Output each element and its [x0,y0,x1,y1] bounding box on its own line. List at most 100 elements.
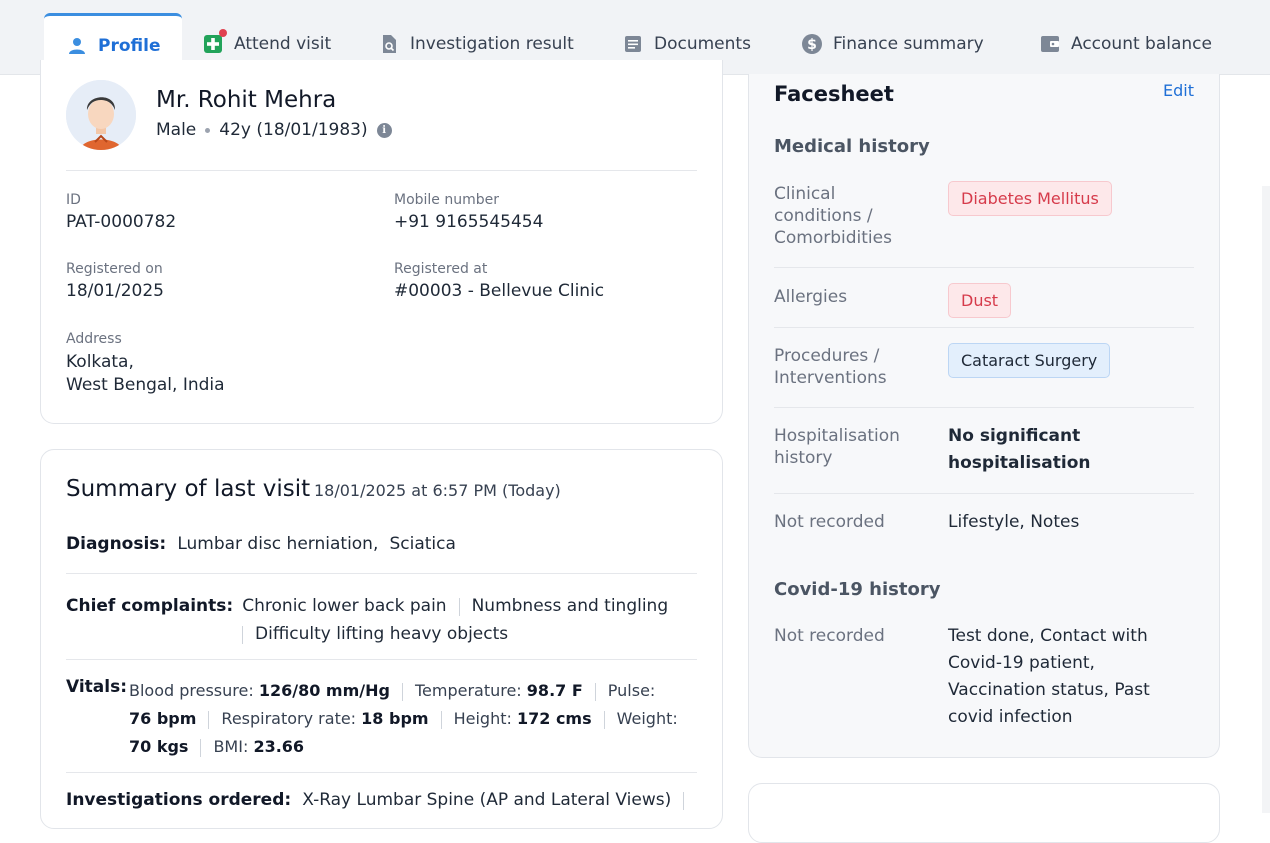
separator [594,682,596,701]
complaints-wrap: Difficulty lifting heavy objects [66,620,697,648]
registered-on-value: 18/01/2025 [66,281,164,301]
not-recorded-label: Not recorded [774,512,885,532]
tab-label: Finance summary [833,33,984,54]
diagnosis-label: Diagnosis: [66,534,167,554]
summary-date: 18/01/2025 at 6:57 PM (Today) [314,481,561,500]
vital-value: 126/80 mm/Hg [258,681,390,700]
mobile-label: Mobile number [394,192,500,208]
document-icon [622,33,644,55]
covid-history-title: Covid-19 history [774,579,941,600]
investigation-item: X-Ray Lumbar Spine (AP and Lateral Views… [302,790,672,810]
registered-on-label: Registered on [66,261,163,277]
investigations-label: Investigations ordered: [66,790,292,810]
medical-plus-icon [202,28,227,55]
id-value: PAT-0000782 [66,212,177,232]
procedures-value: Cataract Surgery [948,343,1111,378]
allergies-value: Dust [948,283,1012,318]
summary-title: Summary of last visit [66,476,311,502]
diagnosis-row: Diagnosis: Lumbar disc herniation, Sciat… [66,534,456,554]
covid-not-recorded-value: Test done, Contact with Covid-19 patient… [948,626,1150,727]
divider [774,327,1194,328]
vital-value: 76 bpm [129,709,197,728]
vital-key: Blood pressure: [129,681,254,700]
vitals-label: Vitals: [66,677,128,697]
vital-value: 23.66 [253,737,305,756]
person-icon [66,35,88,57]
diagnosis-item: Lumbar disc herniation, [177,534,379,554]
divider [66,659,697,660]
search-document-icon [378,33,400,55]
profile-card: Mr. Rohit Mehra Male 42y (18/01/1983) i … [40,60,723,424]
mobile-value: +91 9165545454 [394,212,544,232]
registered-at-label: Registered at [394,261,488,277]
separator [208,710,210,729]
id-field: ID PAT-0000782 [66,192,176,232]
vital-key: Respiratory rate: [221,709,357,728]
vital-key: Height: [453,709,512,728]
avatar [66,80,136,150]
procedure-chip: Cataract Surgery [948,343,1111,378]
vital-value: 172 cms [516,709,592,728]
tab-label: Account balance [1071,33,1212,54]
separator [440,710,442,729]
vital-key: BMI: [213,737,249,756]
divider [66,772,697,773]
patient-name: Mr. Rohit Mehra [156,87,337,113]
address-label: Address [66,331,122,347]
info-icon[interactable]: i [376,122,392,138]
allergy-chip: Dust [948,283,1012,318]
edit-link[interactable]: Edit [1163,81,1194,100]
divider [774,407,1194,408]
vital-key: Temperature: [414,681,522,700]
not-recorded-value: Lifestyle, Notes [948,512,1080,532]
allergies-label: Allergies [774,287,848,307]
divider [774,267,1194,268]
separator [200,738,202,757]
patient-age: 42y (18/01/1983) [219,120,368,140]
registered-on-field: Registered on 18/01/2025 [66,261,164,301]
address-line-2: West Bengal, India [66,375,225,395]
tab-label: Attend visit [234,33,332,54]
separator [458,597,460,616]
id-label: ID [66,192,81,208]
divider [66,170,697,171]
last-visit-summary-card: Summary of last visit 18/01/2025 at 6:57… [40,449,723,829]
hospitalisation-value: No significant hospitalisation [948,426,1091,473]
condition-chip: Diabetes Mellitus [948,181,1112,216]
vitals-list: Blood pressure: 126/80 mm/Hg Temperature:… [129,677,699,761]
vital-value: 18 bpm [361,709,429,728]
next-card [748,783,1220,843]
address-field: Address Kolkata, West Bengal, India [66,331,225,397]
tab-finance-summary[interactable]: $ Finance summary [801,13,984,74]
divider [66,573,697,574]
separator [242,625,243,644]
investigations-row: Investigations ordered: X-Ray Lumbar Spi… [66,790,696,810]
tab-label: Profile [98,35,161,56]
separator [401,682,403,701]
diagnosis-item: Sciatica [389,534,456,554]
svg-text:$: $ [807,37,817,53]
tab-label: Documents [654,33,751,54]
dollar-icon: $ [801,33,823,55]
patient-gender: Male [156,120,197,140]
complaint-item: Numbness and tingling [471,596,669,616]
registered-at-field: Registered at #00003 - Bellevue Clinic [394,261,604,301]
complaints-label: Chief complaints: [66,596,234,616]
registered-at-value: #00003 - Bellevue Clinic [394,281,605,301]
facesheet-title: Facesheet [774,82,894,106]
divider [774,493,1194,494]
covid-not-recorded-label: Not recorded [774,626,885,646]
tab-account-balance[interactable]: Account balance [1039,13,1212,74]
clinical-value: Diabetes Mellitus [948,181,1112,216]
patient-meta: Male 42y (18/01/1983) i [156,120,392,140]
separator [683,791,685,810]
separator [603,710,605,729]
vital-value: 70 kgs [129,737,189,756]
mobile-field: Mobile number +91 9165545454 [394,192,543,232]
facesheet-card: Facesheet Edit Medical history Clinical … [748,74,1220,758]
hospitalisation-label: Hospitalisation history [774,426,900,468]
scrollbar[interactable] [1262,186,1270,813]
notification-dot [219,28,227,37]
tab-label: Investigation result [410,33,574,54]
complaints-row: Chief complaints: Chronic lower back pai… [66,592,697,648]
